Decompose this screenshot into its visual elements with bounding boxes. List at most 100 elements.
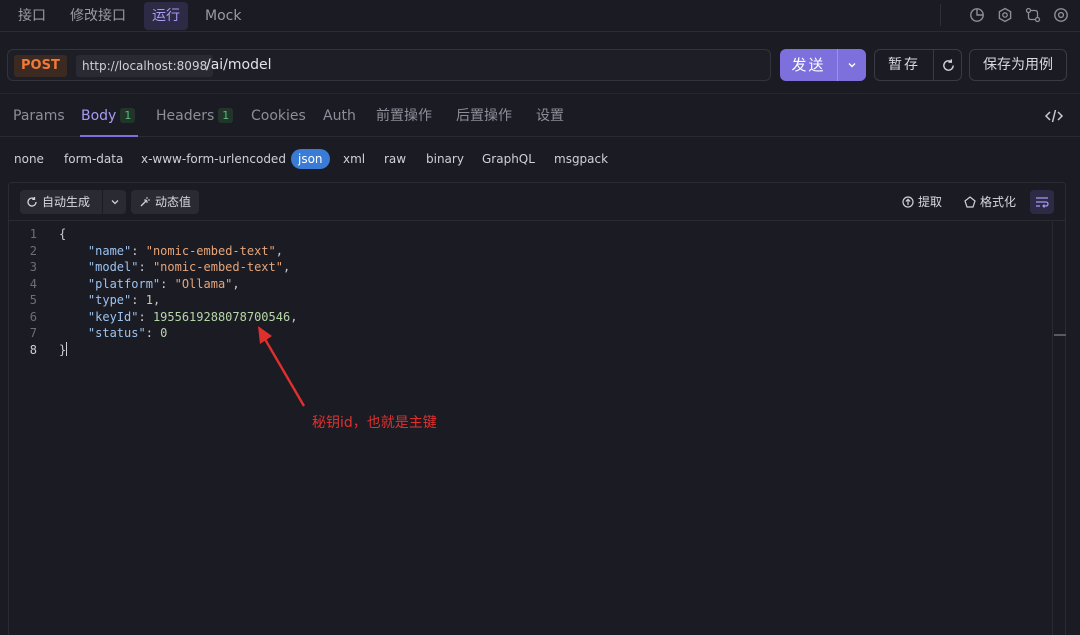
line-number: 6 [29,309,37,324]
body-type-none[interactable]: none [14,149,44,169]
code-token: , [282,260,291,274]
reset-button[interactable] [934,50,962,80]
tab-cookies[interactable]: Cookies [251,95,306,137]
code-text: "status": 0 [59,325,167,342]
format-button[interactable]: 格式化 [964,190,1016,214]
extract-button[interactable]: 提取 [902,190,942,214]
tab-label: Auth [323,108,356,124]
tab-params[interactable]: Params [13,95,65,137]
method-selector[interactable]: POST [14,55,67,77]
tab-label: Headers [156,108,215,124]
code-line[interactable]: 5 "type": 1, [9,292,1049,309]
code-token: : [138,260,153,274]
tab-run[interactable]: 运行 [144,2,188,30]
count-badge: 1 [218,108,234,123]
code-line[interactable]: 8} [9,341,1049,359]
save-as-case-button[interactable]: 保存为用例 [969,49,1067,81]
code-area[interactable]: 1{2 "name": "nomic-embed-text", 3 "model"… [9,222,1049,635]
refresh-icon [942,58,954,71]
count-badge: 1 [120,108,136,123]
save-draft-button[interactable]: 暂存 [875,50,933,80]
url-input-box[interactable]: POST http://localhost:8098 /ai/model [7,49,771,81]
line-number: 7 [29,326,37,340]
auto-generate-label: 自动生成 [42,195,91,209]
body-type-raw[interactable]: raw [384,149,406,169]
chevron-down-icon [111,200,118,205]
code-line[interactable]: 7 "status": 0 [9,325,1049,342]
chart-icon[interactable] [968,6,986,24]
line-number: 4 [29,276,37,291]
request-tabs: Params Body 1 Headers 1 Cookies Auth 前置操作 … [0,95,1080,137]
code-line[interactable]: 1{ [9,226,1049,243]
code-token: "name" [87,243,132,258]
code-token: "status" [87,326,146,340]
code-token: } [59,342,67,357]
line-number: 2 [29,243,37,258]
tab-label: Params [13,108,65,124]
base-url-badge[interactable]: http://localhost:8098 [76,55,214,77]
code-line[interactable]: 6 "keyId": 1955619288078700546, [9,309,1049,326]
tab-auth[interactable]: Auth [323,95,356,137]
line-number: 3 [29,260,37,274]
auto-generate-button[interactable]: 自动生成 [26,190,90,214]
request-url-row: POST http://localhost:8098 /ai/model 发送 … [0,32,1080,94]
tab-mock[interactable]: Mock [197,2,249,30]
body-type-urlencoded[interactable]: x-www-form-urlencoded [141,149,286,169]
wrap-icon [1036,197,1049,208]
body-type-binary[interactable]: binary [426,149,464,169]
code-token: : [131,293,146,307]
body-type-form-data[interactable]: form-data [64,149,123,169]
code-token: "type" [87,293,132,307]
body-type-selector: none form-data x-www-form-urlencoded jso… [0,140,1080,178]
code-token: "model" [87,260,139,274]
tab-label: 前置操作 [376,108,432,124]
tab-body[interactable]: Body 1 [81,95,136,137]
tab-settings[interactable]: 设置 [536,95,564,137]
line-number: 8 [29,342,37,357]
save-button-group: 暂存 [874,49,962,81]
tab-headers[interactable]: Headers 1 [156,95,234,137]
code-token: : [160,276,175,291]
dynamic-value-label: 动态值 [155,195,192,209]
line-number: 1 [29,227,37,241]
scrollbar-thumb[interactable] [1054,334,1066,336]
body-type-xml[interactable]: xml [343,149,365,169]
send-button[interactable]: 发送 [780,49,837,81]
code-text: "type": 1, [59,292,160,309]
body-type-msgpack[interactable]: msgpack [554,149,608,169]
top-tab-bar: 接口 修改接口 运行 Mock [0,0,1080,32]
annotation-text: 秘钥id，也就是主键 [312,415,437,431]
url-path-input[interactable]: /ai/model [206,50,272,80]
code-line[interactable]: 4 "platform": "Ollama", [9,276,1049,293]
code-text: "name": "nomic-embed-text", [59,243,283,260]
hexagon-icon[interactable] [996,6,1014,24]
body-type-json[interactable]: json [291,149,330,169]
code-line[interactable]: 3 "model": "nomic-embed-text", [9,259,1049,276]
share-icon[interactable] [1024,6,1042,24]
word-wrap-toggle[interactable] [1030,190,1054,214]
tab-pre-operation[interactable]: 前置操作 [376,95,432,137]
tab-interface[interactable]: 接口 [10,2,54,30]
tab-edit-interface[interactable]: 修改接口 [62,2,134,30]
vertical-scrollbar[interactable] [1052,222,1066,635]
format-label: 格式化 [980,195,1017,209]
code-token: , [152,293,161,307]
code-text: "platform": "Ollama", [59,276,240,293]
settings-icon[interactable] [1052,6,1070,24]
tab-label: 设置 [536,108,564,124]
send-dropdown-button[interactable] [838,49,866,81]
toolbar-divider [940,4,941,26]
tab-post-operation[interactable]: 后置操作 [456,95,512,137]
auto-generate-dropdown[interactable] [103,190,126,214]
body-type-graphql[interactable]: GraphQL [482,149,535,169]
auto-generate-group: 自动生成 [20,190,126,214]
code-line[interactable]: 2 "name": "nomic-embed-text", [9,243,1049,260]
code-icon[interactable] [1044,107,1064,125]
dynamic-value-button[interactable]: 动态值 [131,190,200,214]
code-text: } [59,341,68,359]
code-token: "platform" [87,276,161,291]
tab-label: 后置操作 [456,108,512,124]
format-icon [964,196,976,208]
editor-toolbar: 自动生成 动态值 提取 格式化 [9,183,1065,221]
